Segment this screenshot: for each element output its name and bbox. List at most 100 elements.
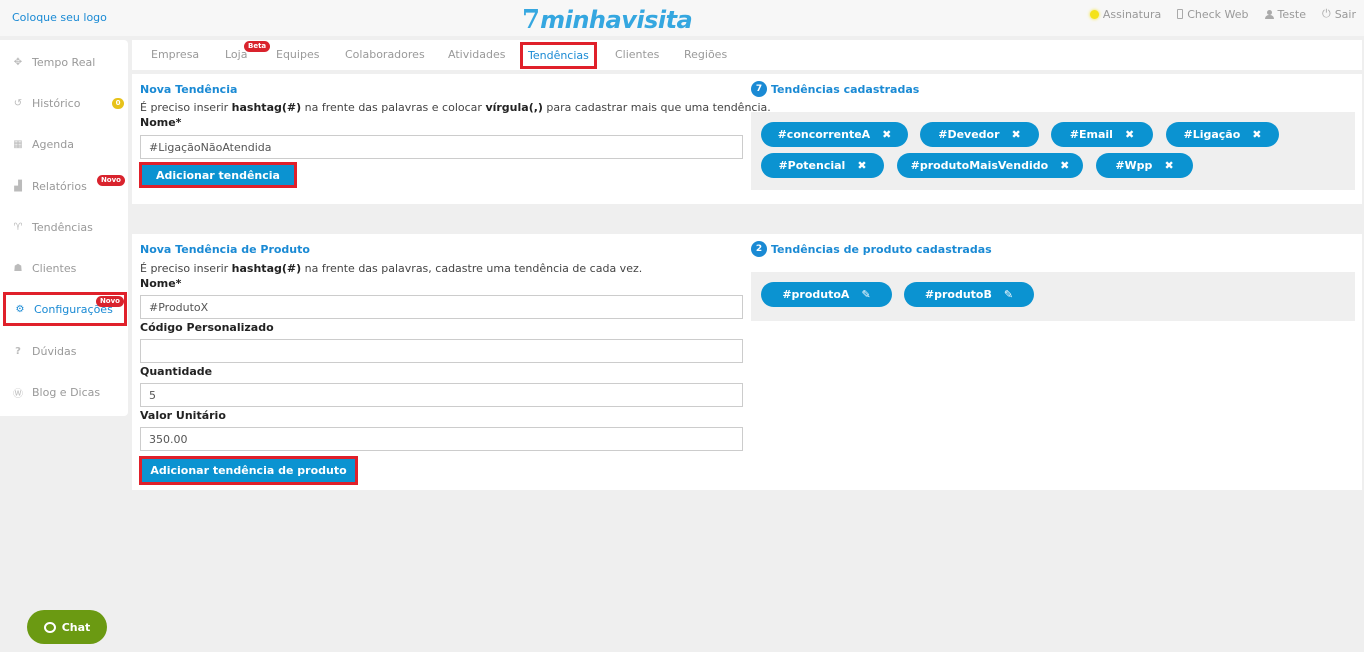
tag-label: #produtoB (924, 288, 992, 301)
sidebar-item-agenda[interactable]: ▦ Agenda (0, 129, 128, 159)
add-trend-button-highlight: Adicionar tendência (139, 162, 297, 188)
product-form-note: É preciso inserir hashtag(#) na frente d… (140, 262, 643, 275)
calendar-icon: ▦ (13, 138, 23, 150)
sidebar-item-historico[interactable]: ↺ Histórico 0 (0, 88, 128, 118)
settings-tabs: Empresa Loja Beta Equipes Colaboradores … (132, 40, 1362, 70)
history-icon: ↺ (13, 97, 23, 109)
remove-icon[interactable]: ✖ (857, 159, 866, 172)
link-sair[interactable]: ⏻ Sair (1322, 7, 1356, 21)
tag-label: #Devedor (938, 128, 1000, 141)
sidebar-item-label: Tempo Real (32, 55, 96, 69)
tab-colaboradores[interactable]: Colaboradores (345, 48, 425, 61)
gears-icon: ⚙ (15, 303, 25, 315)
sidebar-item-label: Clientes (32, 261, 77, 275)
link-check-web[interactable]: Check Web (1177, 7, 1249, 21)
power-icon: ⏻ (1321, 7, 1331, 20)
trend-tag[interactable]: #Ligação ✖ (1166, 122, 1279, 147)
logo-placeholder[interactable]: Coloque seu logo (12, 11, 107, 24)
link-label: Teste (1277, 7, 1306, 21)
product-code-label: Código Personalizado (140, 321, 274, 334)
question-icon: ? (15, 345, 21, 357)
sidebar-item-blog[interactable]: Ⓦ Blog e Dicas (0, 377, 128, 407)
top-header: Coloque seu logo 7 minhavisita Assinatur… (0, 0, 1364, 36)
trophy-icon: ♈ (13, 221, 23, 233)
trend-tag[interactable]: #Wpp ✖ (1096, 153, 1193, 178)
brand-logo[interactable]: 7 minhavisita (522, 3, 693, 35)
chat-bubble-icon (43, 621, 56, 633)
pencil-icon[interactable]: ✎ (1004, 288, 1013, 301)
trend-tag[interactable]: #concorrenteA ✖ (761, 122, 908, 147)
sidebar-item-tempo-real[interactable]: ✥ Tempo Real (0, 47, 128, 77)
sidebar-item-label: Agenda (32, 137, 74, 151)
tag-label: #produtoMaisVendido (910, 159, 1049, 172)
trend-name-label: Nome* (140, 116, 182, 129)
trend-list-header: 7 Tendências cadastradas (751, 81, 919, 97)
remove-icon[interactable]: ✖ (882, 128, 891, 141)
trend-tag[interactable]: #produtoMaisVendido ✖ (897, 153, 1083, 178)
tab-equipes[interactable]: Equipes (276, 48, 319, 61)
top-links: Assinatura Check Web Teste ⏻ Sair (1089, 7, 1356, 21)
remove-icon[interactable]: ✖ (1164, 159, 1173, 172)
sidebar-item-relatorios[interactable]: ▟ Relatórios Novo (0, 171, 128, 201)
link-assinatura[interactable]: Assinatura (1089, 7, 1161, 21)
tab-atividades[interactable]: Atividades (448, 48, 505, 61)
trend-tag[interactable]: #Potencial ✖ (761, 153, 884, 178)
product-tags-box: #produtoA ✎ #produtoB ✎ (751, 272, 1355, 321)
sidebar-item-tendencias[interactable]: ♈ Tendências (0, 212, 128, 242)
tag-label: #Potencial (778, 159, 846, 172)
tag-label: #concorrenteA (777, 128, 871, 141)
product-qty-input[interactable] (140, 383, 743, 407)
tab-clientes[interactable]: Clientes (615, 48, 659, 61)
brand-mark-icon: 7 (522, 5, 541, 35)
product-tag[interactable]: #produtoB ✎ (904, 282, 1034, 307)
tab-tendencias[interactable]: Tendências (520, 42, 597, 69)
sidebar-item-configuracoes[interactable]: ⚙ Configurações Novo (3, 292, 127, 326)
product-name-input[interactable] (140, 295, 743, 319)
trend-tag[interactable]: #Email ✖ (1051, 122, 1153, 147)
chat-button[interactable]: Chat (27, 610, 107, 644)
trend-name-input[interactable] (140, 135, 743, 159)
product-tag[interactable]: #produtoA ✎ (761, 282, 892, 307)
chat-label: Chat (61, 620, 91, 634)
add-product-trend-button[interactable]: Adicionar tendência de produto (142, 459, 355, 482)
sidebar-item-label: Blog e Dicas (32, 385, 101, 399)
history-count-badge: 0 (112, 98, 124, 109)
sidebar-item-clientes[interactable]: ☗ Clientes (0, 253, 128, 283)
sidebar-item-duvidas[interactable]: ? Dúvidas (0, 336, 128, 366)
remove-icon[interactable]: ✖ (1060, 159, 1069, 172)
add-product-button-highlight: Adicionar tendência de produto (139, 456, 358, 485)
remove-icon[interactable]: ✖ (1012, 128, 1021, 141)
add-trend-button[interactable]: Adicionar tendência (142, 165, 294, 185)
sidebar-item-label: Relatórios (32, 179, 87, 193)
tab-loja[interactable]: Loja (225, 48, 247, 61)
new-badge: Novo (96, 175, 125, 186)
chart-icon: ▟ (14, 180, 22, 192)
tag-label: #Email (1069, 128, 1113, 141)
new-badge: Novo (95, 296, 124, 307)
product-price-input[interactable] (140, 427, 743, 451)
product-name-label: Nome* (140, 277, 182, 290)
tab-regioes[interactable]: Regiões (684, 48, 727, 61)
user-icon (1264, 9, 1274, 19)
link-label: Check Web (1187, 7, 1249, 21)
product-qty-label: Quantidade (140, 365, 213, 378)
pencil-icon[interactable]: ✎ (861, 288, 870, 301)
tab-empresa[interactable]: Empresa (151, 48, 199, 61)
phone-icon (1177, 9, 1184, 19)
product-list-header: 2 Tendências de produto cadastradas (751, 241, 992, 257)
trend-tag[interactable]: #Devedor ✖ (920, 122, 1039, 147)
link-user[interactable]: Teste (1264, 7, 1306, 21)
users-icon: ☗ (13, 262, 23, 274)
product-count-badge: 2 (751, 241, 767, 257)
brand-name: minhavisita (540, 6, 693, 34)
link-label: Sair (1334, 7, 1356, 21)
remove-icon[interactable]: ✖ (1252, 128, 1261, 141)
sidebar-item-label: Tendências (32, 220, 93, 234)
product-code-input[interactable] (140, 339, 743, 363)
sidebar-item-label: Histórico (32, 96, 81, 110)
product-form-title: Nova Tendência de Produto (140, 243, 310, 256)
sidebar: ✥ Tempo Real ↺ Histórico 0 ▦ Agenda ▟ Re… (0, 40, 128, 416)
trend-count-badge: 7 (751, 81, 767, 97)
product-trend-panel: Nova Tendência de Produto É preciso inse… (132, 234, 1362, 490)
remove-icon[interactable]: ✖ (1125, 128, 1134, 141)
